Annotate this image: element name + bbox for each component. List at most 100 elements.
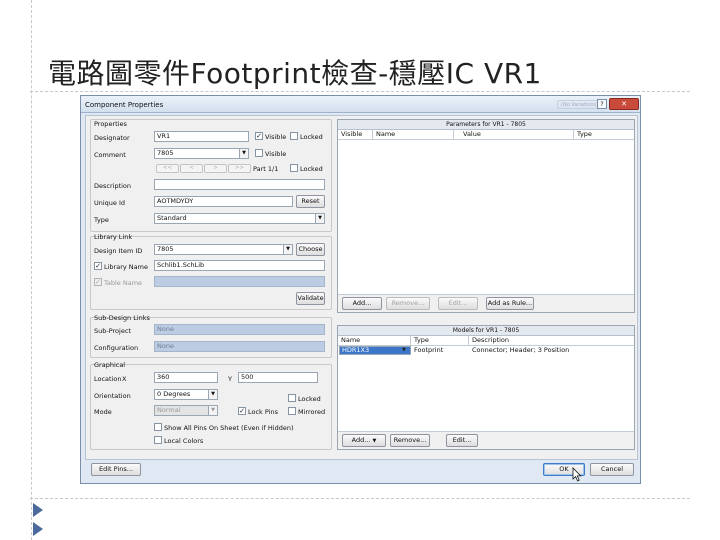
type-dropdown[interactable]: Standard ▼ <box>154 213 325 224</box>
column-divider <box>453 130 454 140</box>
designator-visible-label: Visible <box>265 133 287 141</box>
design-item-label: Design Item ID <box>94 247 143 255</box>
library-link-section-label: Library Link <box>94 233 133 241</box>
model-col-name[interactable]: Name <box>341 336 360 345</box>
type-value: Standard <box>157 214 187 222</box>
location-x-field[interactable]: 360 <box>154 372 218 383</box>
edit-pins-button[interactable]: Edit Pins... <box>91 463 141 476</box>
param-edit-button: Edit... <box>438 297 478 310</box>
comment-label: Comment <box>94 151 126 159</box>
param-add-button[interactable]: Add... <box>342 297 382 310</box>
orientation-locked-label: Locked <box>298 395 321 403</box>
part-locked-checkbox[interactable] <box>290 164 298 172</box>
local-colors-checkbox[interactable] <box>154 436 162 444</box>
title-divider <box>30 91 690 92</box>
parameters-header: Visible Name Value Type <box>338 130 634 140</box>
param-add-as-rule-button[interactable]: Add as Rule... <box>486 297 534 310</box>
model-add-button[interactable]: Add... ▼ <box>342 434 386 447</box>
column-divider <box>410 336 411 346</box>
column-divider <box>372 130 373 140</box>
local-colors-label: Local Colors <box>164 437 204 445</box>
designator-locked-label: Locked <box>300 133 323 141</box>
param-col-value[interactable]: Value <box>463 130 481 139</box>
design-item-value: 7805 <box>157 245 174 253</box>
model-add-label: Add... <box>351 436 371 444</box>
description-field[interactable] <box>154 179 325 190</box>
help-button[interactable]: ? <box>597 99 607 109</box>
location-x-label: X <box>122 375 127 383</box>
show-all-pins-label: Show All Pins On Sheet (Even if Hidden) <box>164 424 294 432</box>
models-header: Name Type Description <box>338 336 634 346</box>
comment-visible-checkbox[interactable] <box>255 149 263 157</box>
part-locked-label: Locked <box>300 165 323 173</box>
part-indicator: Part 1/1 <box>253 165 279 173</box>
prev-part-button[interactable]: < <box>180 164 203 173</box>
sub-project-field: None <box>154 324 325 335</box>
design-item-dropdown[interactable]: 7805 ▼ <box>154 244 293 255</box>
table-name-label: Table Name <box>104 279 143 287</box>
properties-section-label: Properties <box>94 120 127 128</box>
library-name-checkbox[interactable]: ✓ <box>94 262 102 270</box>
show-all-pins-checkbox[interactable] <box>154 423 162 431</box>
param-col-name[interactable]: Name <box>376 130 395 139</box>
model-description-cell: Connector; Header; 3 Position <box>472 346 570 354</box>
chevron-down-icon: ▼ <box>239 149 248 158</box>
location-y-field[interactable]: 500 <box>238 372 318 383</box>
model-col-type[interactable]: Type <box>414 336 429 345</box>
orientation-value: 0 Degrees <box>157 390 191 398</box>
parameters-footer: Add... Remove... Edit... Add as Rule... <box>338 294 634 312</box>
dialog-title: Component Properties <box>85 101 164 109</box>
configuration-field: None <box>154 341 325 352</box>
comment-value: 7805 <box>157 149 174 157</box>
first-part-button[interactable]: << <box>156 164 179 173</box>
model-type-cell: Footprint <box>414 346 444 354</box>
parameters-panel: Parameters for VR1 - 7805 Visible Name V… <box>337 119 635 313</box>
location-y-label: Y <box>228 375 232 383</box>
mirrored-checkbox[interactable] <box>288 407 296 415</box>
unique-id-field[interactable]: AOTMDYDY <box>154 196 293 207</box>
comment-dropdown[interactable]: 7805 ▼ <box>154 148 249 159</box>
column-divider <box>573 130 574 140</box>
last-part-button[interactable]: >> <box>228 164 251 173</box>
orientation-locked-checkbox[interactable] <box>288 394 296 402</box>
next-part-button[interactable]: > <box>204 164 227 173</box>
chevron-down-icon: ▼ <box>315 214 324 223</box>
designator-locked-checkbox[interactable] <box>290 132 298 140</box>
param-col-type[interactable]: Type <box>577 130 592 139</box>
mode-dropdown: Normal ▼ <box>154 405 218 416</box>
comment-visible-label: Visible <box>265 150 287 158</box>
designator-visible-checkbox[interactable]: ✓ <box>255 132 263 140</box>
unique-id-label: Unique Id <box>94 199 126 207</box>
close-button[interactable]: ✕ <box>609 98 639 110</box>
description-label: Description <box>94 182 132 190</box>
left-guide <box>31 0 32 540</box>
location-label: Location <box>94 375 122 383</box>
orientation-dropdown[interactable]: 0 Degrees ▼ <box>154 389 218 400</box>
sub-project-label: Sub-Project <box>94 327 131 335</box>
param-col-visible[interactable]: Visible <box>341 130 362 139</box>
lock-pins-label: Lock Pins <box>248 408 278 416</box>
library-name-field[interactable]: Schlib1.SchLib <box>154 260 325 271</box>
chevron-down-icon: ▼ <box>208 390 217 399</box>
bullet-arrow-icon <box>33 503 43 517</box>
dialog-titlebar[interactable]: Component Properties (No Variations) ? ✕ <box>81 96 640 113</box>
model-col-description[interactable]: Description <box>472 336 509 345</box>
model-name-cell[interactable]: HDR1X3 <box>339 346 411 355</box>
cancel-button[interactable]: Cancel <box>590 463 634 476</box>
chevron-down-icon: ▼ <box>208 406 217 415</box>
library-name-label: Library Name <box>104 263 148 271</box>
lock-pins-checkbox[interactable]: ✓ <box>238 407 246 415</box>
chevron-down-icon[interactable]: ▼ <box>402 346 406 355</box>
validate-button[interactable]: Validate <box>296 292 325 305</box>
model-edit-button[interactable]: Edit... <box>446 434 478 447</box>
bottom-divider <box>30 498 690 499</box>
orientation-label: Orientation <box>94 392 131 400</box>
reset-button[interactable]: Reset <box>296 195 325 208</box>
table-row[interactable]: HDR1X3 ▼ Footprint Connector; Header; 3 … <box>338 346 634 355</box>
choose-button[interactable]: Choose <box>296 243 325 256</box>
models-panel: Models for VR1 - 7805 Name Type Descript… <box>337 325 635 450</box>
designator-label: Designator <box>94 134 130 142</box>
slide-title: 電路圖零件Footprint檢查-穩壓IC VR1 <box>48 57 542 90</box>
model-remove-button[interactable]: Remove... <box>390 434 430 447</box>
designator-field[interactable]: VR1 <box>154 131 249 142</box>
